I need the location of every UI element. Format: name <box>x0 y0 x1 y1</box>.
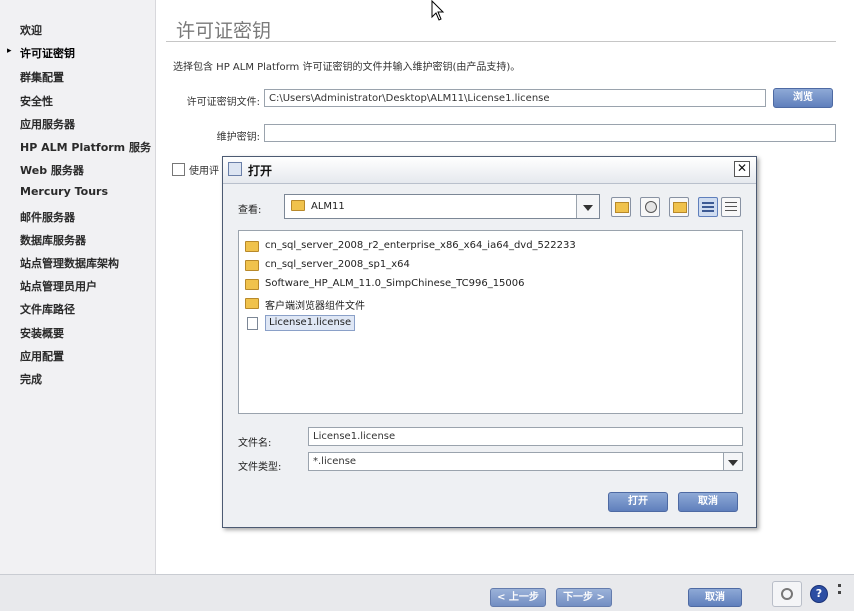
filetype-label: 文件类型: <box>238 462 282 473</box>
filetype-value: *.license <box>313 456 357 467</box>
up-folder-icon[interactable] <box>611 197 631 217</box>
open-button[interactable]: 打开 <box>608 492 668 512</box>
sidebar-item-finish[interactable]: 完成 <box>20 371 42 387</box>
chevron-down-icon[interactable] <box>723 453 742 470</box>
page-title: 许可证密钥 <box>176 20 272 42</box>
sidebar-item-mail-server[interactable]: 邮件服务器 <box>20 209 75 225</box>
license-file-label: 许可证密钥文件: <box>186 97 260 108</box>
sidebar-item-app-config[interactable]: 应用配置 <box>20 348 64 364</box>
mouse-cursor-icon <box>431 0 445 21</box>
folder-icon <box>245 241 259 252</box>
sidebar-item-app-server[interactable]: 应用服务器 <box>20 116 75 132</box>
dialog-titlebar[interactable]: 打开 ✕ <box>223 157 756 184</box>
next-button[interactable]: 下一步 > <box>556 588 612 607</box>
use-evaluation-checkbox[interactable] <box>172 163 185 176</box>
filename-input[interactable]: License1.license <box>308 427 743 446</box>
filename-label: 文件名: <box>238 438 272 449</box>
back-button[interactable]: < 上一步 <box>490 588 546 607</box>
sidebar-item-db-server[interactable]: 数据库服务器 <box>20 232 86 248</box>
close-icon[interactable]: ✕ <box>734 161 750 177</box>
browse-button[interactable]: 浏览 <box>773 88 833 108</box>
file-list[interactable]: cn_sql_server_2008_r2_enterprise_x86_x64… <box>238 230 743 414</box>
title-divider <box>166 41 836 42</box>
look-in-value: ALM11 <box>311 201 345 212</box>
more-icon[interactable] <box>838 584 841 587</box>
active-step-arrow-icon: ▸ <box>7 46 12 56</box>
folder-icon <box>291 200 305 211</box>
wizard-footer: < 上一步 下一步 > 取消 ? <box>0 574 854 611</box>
maintenance-key-field[interactable] <box>264 124 836 142</box>
list-view-icon[interactable] <box>698 197 718 217</box>
sidebar-item-web-server[interactable]: Web 服务器 <box>20 162 84 178</box>
new-folder-icon[interactable] <box>669 197 689 217</box>
folder-icon <box>245 260 259 271</box>
file-icon <box>247 317 258 330</box>
use-evaluation-label: 使用评 <box>189 166 219 177</box>
sidebar-item-site-admin-schema[interactable]: 站点管理数据库架构 <box>20 255 119 271</box>
footer-cancel-button[interactable]: 取消 <box>688 588 742 607</box>
sidebar-item-mercury-tours[interactable]: Mercury Tours <box>20 185 108 198</box>
look-in-select[interactable]: ALM11 <box>284 194 600 219</box>
sidebar-item-license-key[interactable]: 许可证密钥 <box>20 45 75 61</box>
folder-icon <box>245 279 259 290</box>
details-view-icon[interactable] <box>721 197 741 217</box>
settings-icon[interactable] <box>772 581 802 607</box>
maintenance-key-label: 维护密钥: <box>216 132 260 143</box>
license-file-field[interactable]: C:\Users\Administrator\Desktop\ALM11\Lic… <box>264 89 766 107</box>
sidebar-item-alm-service[interactable]: HP ALM Platform 服务 <box>20 139 151 155</box>
dialog-title: 打开 <box>248 164 273 178</box>
instruction-text: 选择包含 HP ALM Platform 许可证密钥的文件并输入维护密钥(由产品… <box>173 62 521 73</box>
look-in-label: 查看: <box>238 205 262 216</box>
sidebar-item-welcome[interactable]: 欢迎 <box>20 22 42 38</box>
chevron-down-icon[interactable] <box>576 195 599 218</box>
java-app-icon <box>228 162 242 176</box>
filetype-select[interactable]: *.license <box>308 452 743 471</box>
folder-icon <box>245 298 259 309</box>
sidebar-item-site-admin-user[interactable]: 站点管理员用户 <box>20 278 97 294</box>
wizard-sidebar: 欢迎 ▸ 许可证密钥 群集配置 安全性 应用服务器 HP ALM Platfor… <box>0 0 156 574</box>
cancel-button[interactable]: 取消 <box>678 492 738 512</box>
help-icon[interactable]: ? <box>810 585 828 603</box>
sidebar-item-security[interactable]: 安全性 <box>20 93 53 109</box>
sidebar-item-cluster-config[interactable]: 群集配置 <box>20 69 64 85</box>
home-icon[interactable] <box>640 197 660 217</box>
sidebar-item-install-summary[interactable]: 安装概要 <box>20 325 64 341</box>
sidebar-item-repository-path[interactable]: 文件库路径 <box>20 301 75 317</box>
open-file-dialog: 打开 ✕ 查看: ALM11 cn_sql_server_2008_r2_ent… <box>222 156 757 528</box>
